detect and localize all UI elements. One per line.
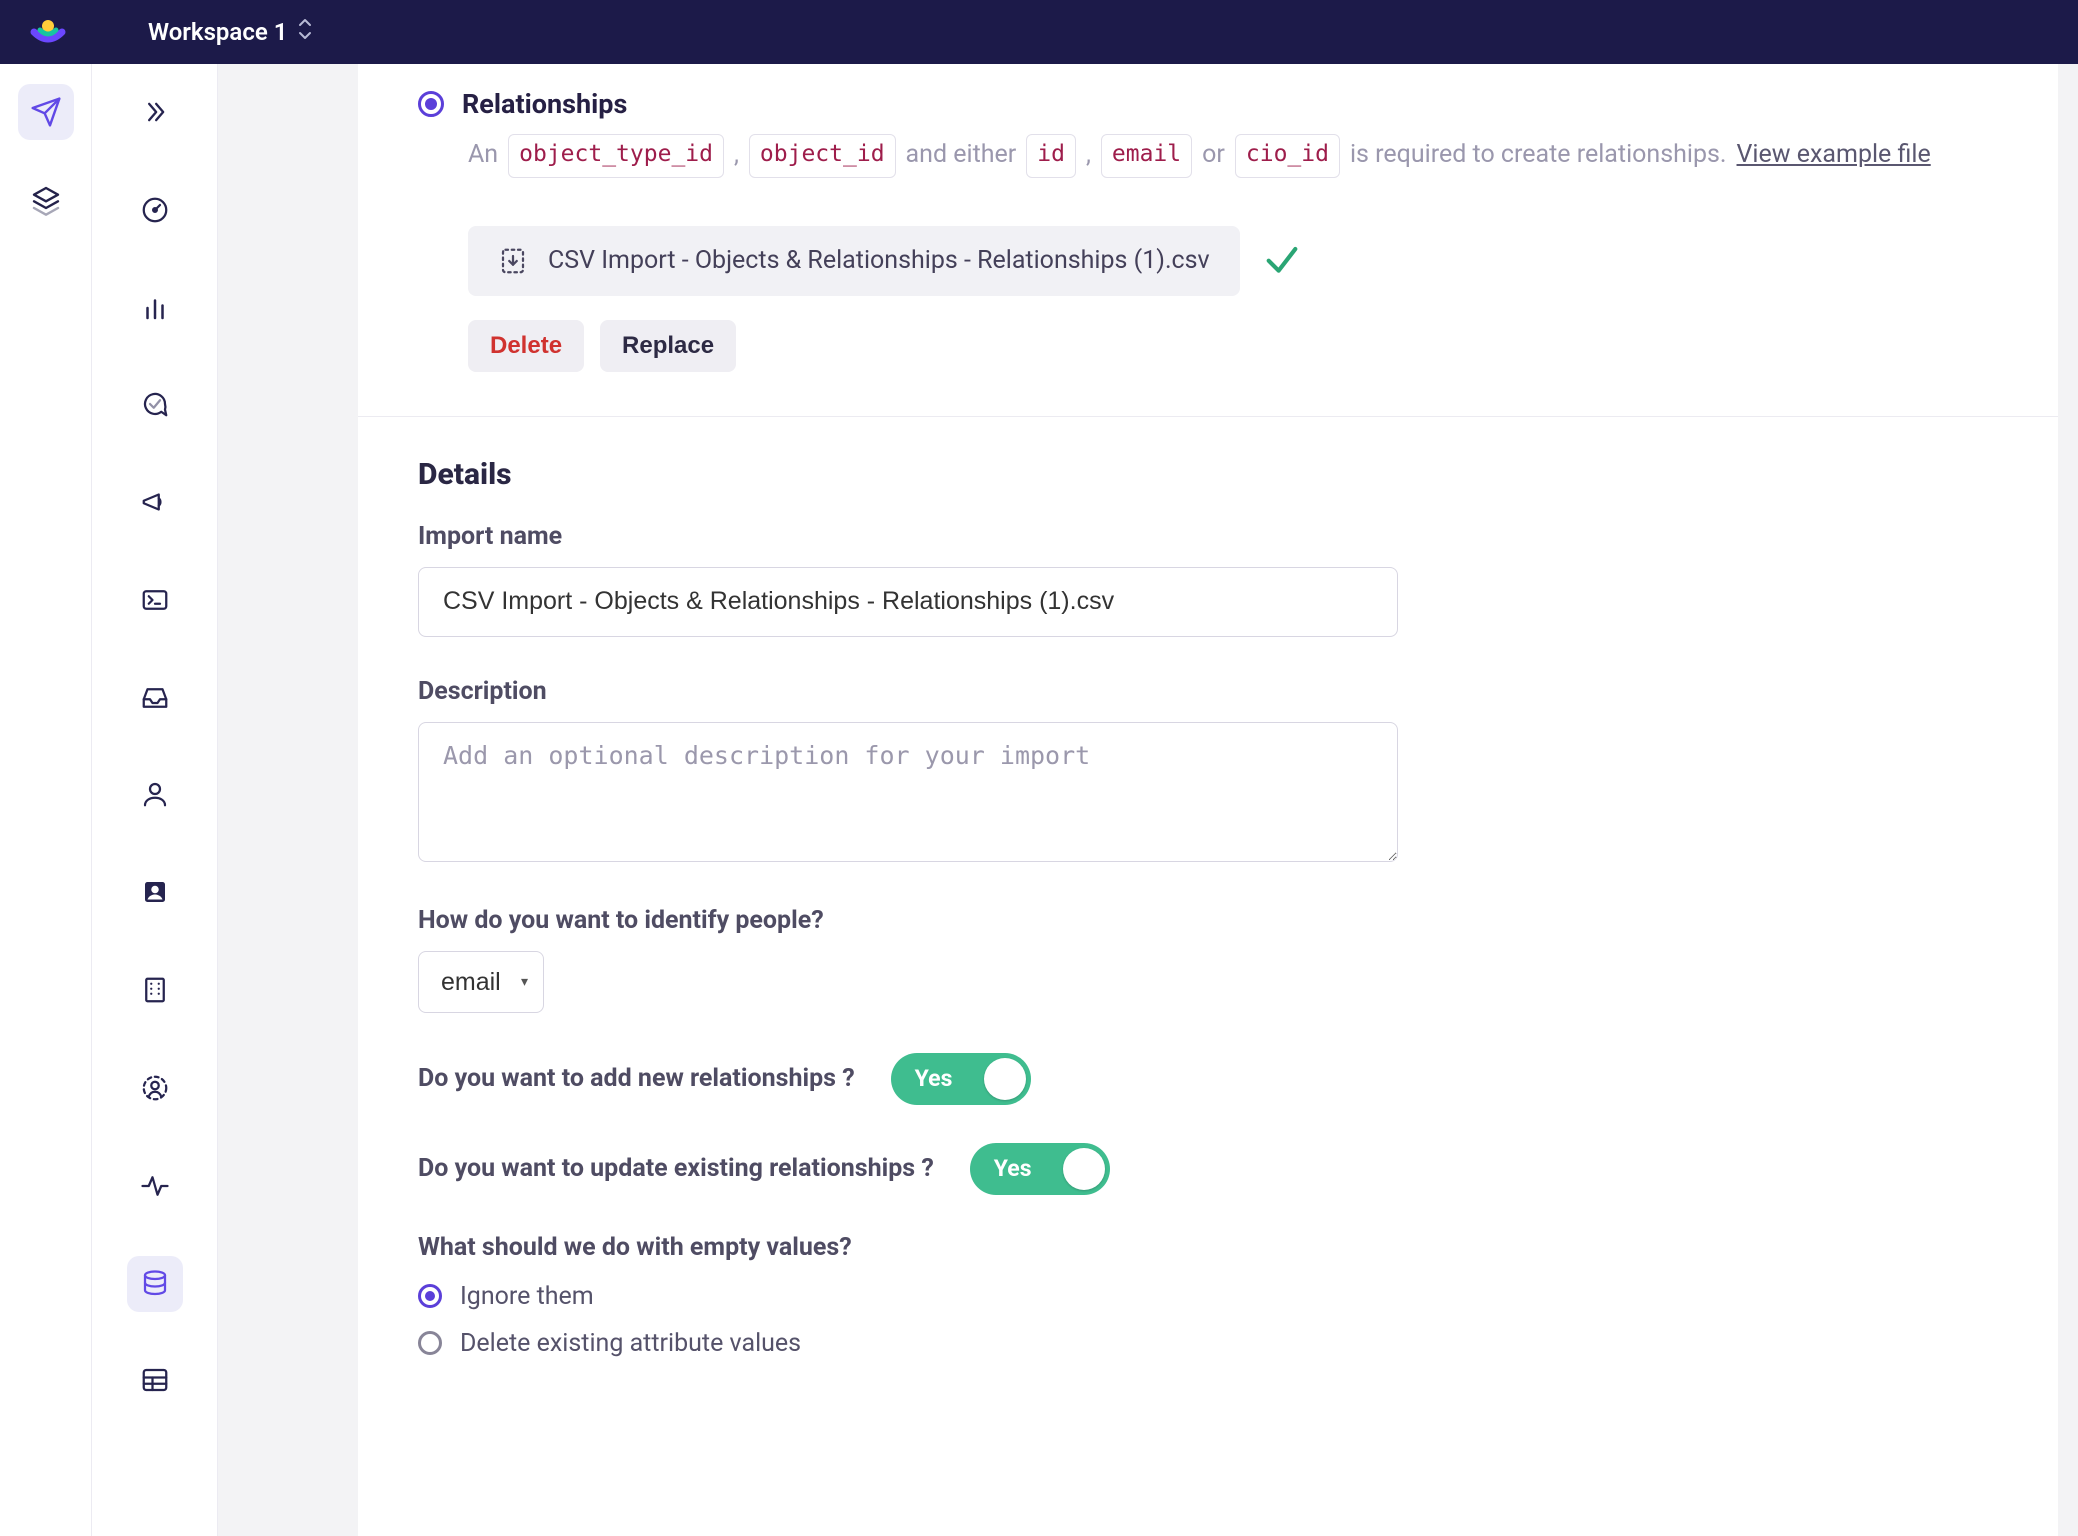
sidebar-item-terminal[interactable] [127,572,183,628]
rail-item-send[interactable] [18,84,74,140]
chevron-updown-icon [297,17,313,47]
radio-unchecked-icon [418,1331,442,1355]
token-object-type-id: object_type_id [508,134,724,178]
description-label: Description [418,677,1998,706]
add-relationships-toggle[interactable]: Yes [891,1053,1031,1105]
section-divider [358,416,2058,417]
update-relationships-toggle[interactable]: Yes [970,1143,1110,1195]
top-bar: Workspace 1 [0,0,2078,64]
sidebar-item-logs[interactable] [127,1352,183,1408]
rail-item-layers[interactable] [18,172,74,228]
option-label: Ignore them [460,1282,594,1311]
sidebar-item-companies[interactable] [127,962,183,1018]
view-example-file-link[interactable]: View example file [1737,136,1931,175]
upload-success-check-icon [1262,239,1302,283]
toggle-knob-icon [984,1058,1026,1100]
import-form-card: Relationships An object_type_id, object_… [358,64,2058,1536]
sidebar-item-pulse[interactable] [127,1158,183,1214]
radio-checked-icon [418,91,444,117]
toggle-yes-label: Yes [994,1155,1032,1182]
primary-rail [0,64,92,1536]
uploaded-file-name: CSV Import - Objects & Relationships - R… [548,246,1210,275]
token-id: id [1026,134,1076,178]
empty-values-option-ignore[interactable]: Ignore them [418,1282,1998,1311]
empty-values-label: What should we do with empty values? [418,1233,1998,1262]
workspace-picker[interactable]: Workspace 1 [148,17,313,47]
token-email: email [1101,134,1192,178]
toggle-yes-label: Yes [915,1065,953,1092]
sidebar-item-analytics[interactable] [127,280,183,336]
uploaded-file-chip: CSV Import - Objects & Relationships - R… [468,226,1240,296]
option-label: Delete existing attribute values [460,1329,801,1358]
sidebar-item-dashboard[interactable] [127,182,183,238]
sidebar-item-segments[interactable] [127,864,183,920]
user-circle-icon [140,1073,170,1103]
relationships-helper-text: An object_type_id, object_id and either … [418,134,1998,178]
import-type-radio-relationships[interactable]: Relationships [418,88,1998,120]
sidebar-item-data[interactable] [127,1256,183,1312]
secondary-sidebar [92,64,218,1536]
details-heading: Details [418,457,1998,492]
workspace-name: Workspace 1 [148,18,287,46]
import-type-label: Relationships [462,88,627,120]
sidebar-item-journeys[interactable] [127,376,183,432]
send-icon [30,96,62,128]
radio-checked-icon [418,1284,442,1308]
update-relationships-label: Do you want to update existing relations… [418,1154,934,1183]
add-relationships-label: Do you want to add new relationships ? [418,1064,855,1093]
import-name-label: Import name [418,522,1998,551]
megaphone-icon [140,487,170,517]
database-icon [140,1269,170,1299]
token-object-id: object_id [749,134,896,178]
person-icon [140,779,170,809]
delete-button[interactable]: Delete [468,320,584,372]
gauge-icon [140,195,170,225]
contact-card-icon [140,877,170,907]
app-logo-icon [28,12,68,52]
token-cio-id: cio_id [1235,134,1340,178]
replace-button[interactable]: Replace [600,320,736,372]
sidebar-item-inbox[interactable] [127,670,183,726]
table-icon [140,1365,170,1395]
sidebar-item-people[interactable] [127,766,183,822]
file-download-icon [498,246,528,276]
empty-values-option-delete[interactable]: Delete existing attribute values [418,1329,1998,1358]
sidebar-item-expand[interactable] [127,84,183,140]
identify-people-select[interactable]: email [418,951,544,1013]
description-textarea[interactable] [418,722,1398,862]
toggle-knob-icon [1063,1148,1105,1190]
activity-icon [140,1171,170,1201]
bar-chart-icon [140,293,170,323]
inbox-icon [140,683,170,713]
import-name-input[interactable] [418,567,1398,637]
sidebar-item-broadcasts[interactable] [127,474,183,530]
chevrons-right-icon [141,98,169,126]
terminal-icon [140,585,170,615]
layers-icon [30,184,62,216]
building-icon [140,975,170,1005]
identify-people-label: How do you want to identify people? [418,906,1998,935]
sidebar-item-activity[interactable] [127,1060,183,1116]
message-icon [140,389,170,419]
